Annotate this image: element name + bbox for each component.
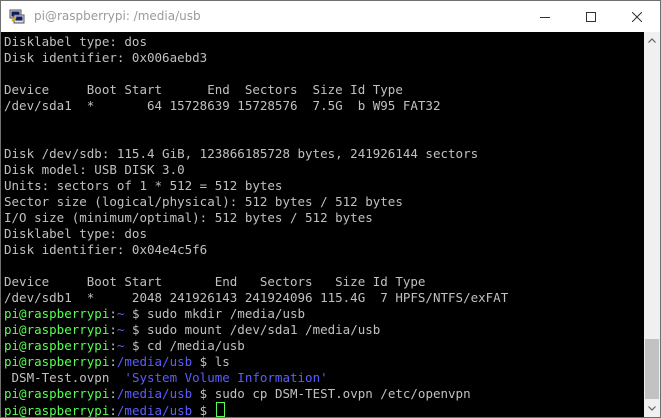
terminal-window: pi@raspberrypi: /media/usb Disklabel typ… <box>0 0 661 418</box>
terminal-line: Disk identifier: 0x04e4c5f6 <box>4 242 208 257</box>
terminal-line: Device Boot Start End Sectors Size Id Ty… <box>4 82 403 97</box>
terminal-line: I/O size (minimum/optimal): 512 bytes / … <box>4 210 373 225</box>
prompt-user: pi@raspberrypi <box>4 354 110 369</box>
terminal-line: Device Boot Start End Sectors Size Id Ty… <box>4 274 426 289</box>
maximize-icon <box>586 11 596 22</box>
chevron-up-icon <box>648 38 656 43</box>
prompt-user: pi@raspberrypi <box>4 403 110 418</box>
prompt-path: /media/usb <box>116 354 193 369</box>
terminal-line: /dev/sdb1 * 2048 241926143 241924096 115… <box>4 290 509 305</box>
command-text: sudo cp DSM-TEST.ovpn /etc/openvpn <box>214 386 471 401</box>
terminal-line: Disk identifier: 0x006aebd3 <box>4 50 208 65</box>
terminal-line: Disk model: USB DISK 3.0 <box>4 162 185 177</box>
terminal-line: Disk /dev/sdb: 115.4 GiB, 123866185728 b… <box>4 146 479 161</box>
close-button[interactable] <box>614 1 660 32</box>
terminal-line: pi@raspberrypi:/media/usb $ <box>4 402 508 418</box>
minimize-button[interactable] <box>522 1 568 32</box>
prompt-user: pi@raspberrypi <box>4 386 110 401</box>
window-title: pi@raspberrypi: /media/usb <box>34 9 201 23</box>
title-bar[interactable]: pi@raspberrypi: /media/usb <box>1 1 660 32</box>
prompt-user: pi@raspberrypi <box>4 338 110 353</box>
prompt-path: /media/usb <box>116 386 193 401</box>
minimize-icon <box>540 16 550 18</box>
terminal-line: Disklabel type: dos <box>4 34 147 49</box>
maximize-button[interactable] <box>568 1 614 32</box>
putty-icon[interactable] <box>9 8 25 24</box>
terminal-output[interactable]: Disklabel type: dos Disk identifier: 0x00… <box>1 32 644 417</box>
terminal-line: pi@raspberrypi:~ $ cd /media/usb <box>4 338 508 354</box>
command-text: sudo mkdir /media/usb <box>147 306 306 321</box>
file-name: DSM-Test.ovpn <box>4 370 125 385</box>
prompt-dollar: $ <box>124 338 147 353</box>
close-icon <box>632 11 642 22</box>
terminal-line: pi@raspberrypi:/media/usb $ ls <box>4 354 508 370</box>
scrollbar-thumb[interactable] <box>645 339 659 399</box>
command-text: sudo mount /dev/sda1 /media/usb <box>147 322 381 337</box>
scroll-down-button[interactable] <box>644 400 660 417</box>
prompt-separator: : <box>109 338 117 353</box>
prompt-dollar: $ <box>192 354 215 369</box>
prompt-dollar: $ <box>192 386 215 401</box>
prompt-separator: : <box>109 403 117 418</box>
scroll-up-button[interactable] <box>644 32 660 49</box>
prompt-path: /media/usb <box>116 403 193 418</box>
terminal-line: Units: sectors of 1 * 512 = 512 bytes <box>4 178 283 193</box>
prompt-user: pi@raspberrypi <box>4 322 110 337</box>
prompt-separator: : <box>109 306 117 321</box>
terminal-line: pi@raspberrypi:/media/usb $ sudo cp DSM-… <box>4 386 508 402</box>
terminal-line: /dev/sda1 * 64 15728639 15728576 7.5G b … <box>4 98 441 113</box>
prompt-separator: : <box>109 354 117 369</box>
prompt-separator: : <box>109 322 117 337</box>
prompt-dollar: $ <box>124 306 147 321</box>
terminal-line: pi@raspberrypi:~ $ sudo mkdir /media/usb <box>4 306 508 322</box>
text-cursor <box>215 402 225 417</box>
terminal-line: DSM-Test.ovpn 'System Volume Information… <box>4 370 508 386</box>
command-text: ls <box>214 354 230 369</box>
terminal-lines: Disklabel type: dos Disk identifier: 0x00… <box>4 34 509 418</box>
terminal-line: pi@raspberrypi:~ $ sudo mount /dev/sda1 … <box>4 322 508 338</box>
chevron-down-icon <box>648 406 656 411</box>
prompt-separator: : <box>109 386 117 401</box>
vertical-scrollbar[interactable] <box>644 32 660 417</box>
directory-name: 'System Volume Information' <box>124 370 328 385</box>
command-text: cd /media/usb <box>147 338 245 353</box>
prompt-dollar: $ <box>192 403 215 418</box>
prompt-dollar: $ <box>124 322 147 337</box>
terminal-line: Disklabel type: dos <box>4 226 147 241</box>
prompt-user: pi@raspberrypi <box>4 306 110 321</box>
terminal-line: Sector size (logical/physical): 512 byte… <box>4 194 403 209</box>
